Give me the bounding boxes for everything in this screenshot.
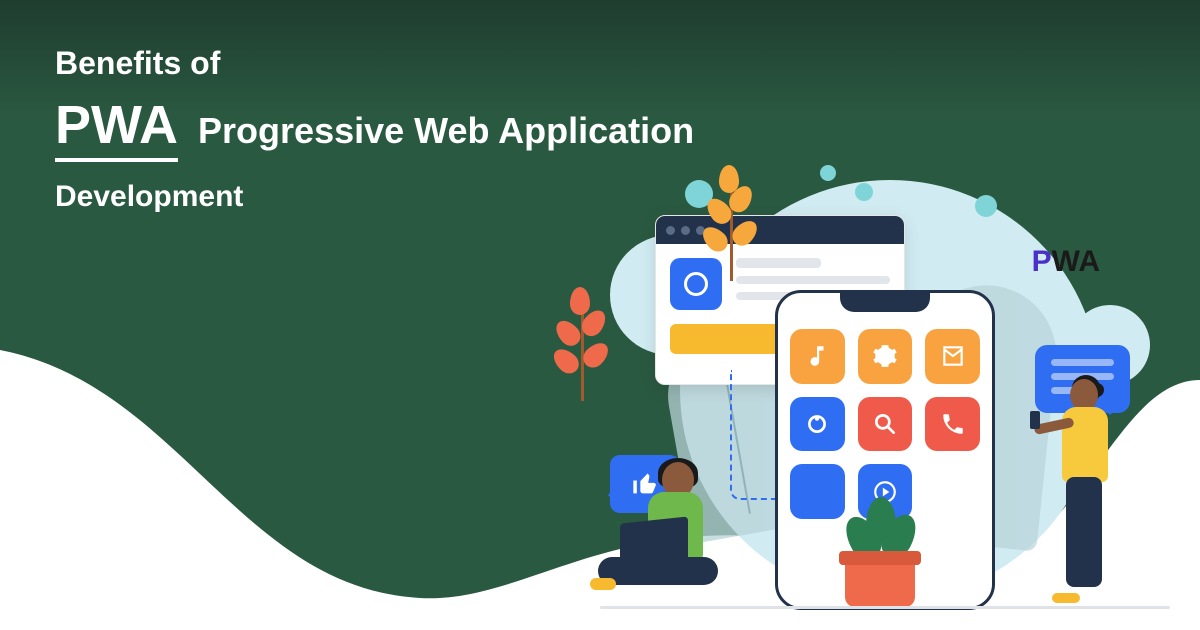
ground-line bbox=[600, 606, 1170, 609]
mail-icon bbox=[925, 329, 980, 384]
decorative-dot bbox=[975, 195, 997, 217]
heading-line-1: Benefits of bbox=[55, 45, 694, 82]
music-icon bbox=[790, 329, 845, 384]
blank-icon bbox=[790, 464, 845, 519]
phone-icon bbox=[925, 397, 980, 452]
app-grid bbox=[790, 329, 980, 519]
logo-icon bbox=[790, 397, 845, 452]
browser-titlebar bbox=[656, 216, 904, 244]
heading-line-2-rest: Progressive Web Application bbox=[198, 110, 694, 151]
red-plant bbox=[546, 281, 616, 401]
pwa-acronym: PWA bbox=[55, 94, 178, 162]
pwa-badge-wa: WA bbox=[1052, 245, 1100, 278]
empty-slot bbox=[925, 464, 980, 519]
illustration-scene: PWA bbox=[560, 175, 1180, 625]
pwa-badge-p: P bbox=[1032, 245, 1052, 278]
phone-notch bbox=[840, 290, 930, 312]
settings-icon bbox=[858, 329, 913, 384]
heading-line-2: PWA Progressive Web Application bbox=[55, 94, 694, 162]
browser-highlight-block bbox=[670, 324, 790, 354]
decorative-dot bbox=[820, 165, 836, 181]
person-standing-phone bbox=[1042, 377, 1132, 607]
decorative-dot bbox=[855, 183, 873, 201]
orange-plant bbox=[695, 161, 765, 281]
pwa-badge: PWA bbox=[1032, 245, 1100, 279]
person-sitting-laptop bbox=[590, 462, 750, 607]
plant-pot bbox=[845, 559, 915, 607]
search-icon bbox=[858, 397, 913, 452]
